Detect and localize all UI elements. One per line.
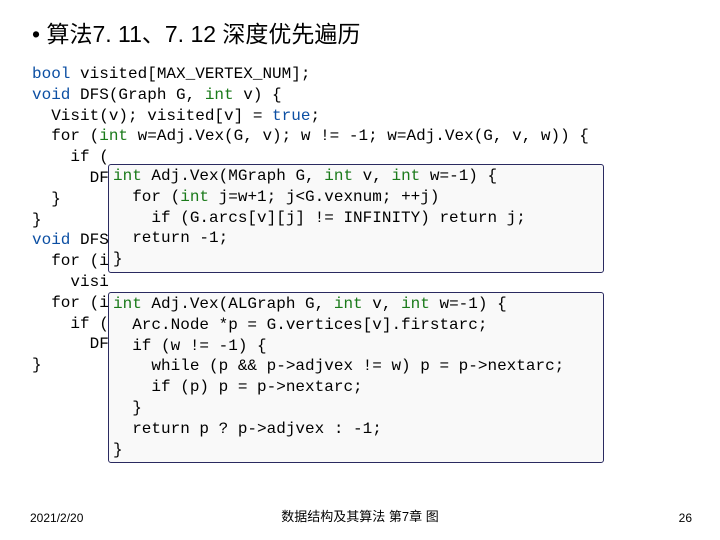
code-text: Adj.Vex(ALGraph G, — [142, 295, 334, 313]
code-text: } — [113, 399, 142, 417]
code-text: j=w+1; j<G.vexnum; ++j) — [209, 188, 439, 206]
code-text: w=Adj.Vex(G, v); w != -1; w=Adj.Vex(G, v… — [128, 127, 589, 145]
kw-int: int — [99, 127, 128, 145]
kw-int: int — [205, 86, 234, 104]
kw-void: void — [32, 231, 70, 249]
code-text: } — [32, 190, 61, 208]
overlay-box-mgraph: int Adj.Vex(MGraph G, int v, int w=-1) {… — [108, 164, 604, 273]
kw-int: int — [391, 167, 420, 185]
code-text: if ( — [32, 315, 109, 333]
kw-int: int — [180, 188, 209, 206]
code-text: if (p) p = p->nextarc; — [113, 378, 363, 396]
code-text: for (i — [32, 252, 109, 270]
code-text: Visit(v); visited[v] = — [32, 107, 272, 125]
kw-int: int — [324, 167, 353, 185]
code-text: visi — [32, 273, 109, 291]
code-text: w=-1) { — [420, 167, 497, 185]
code-text: DF — [32, 169, 109, 187]
code-text: DFS(Graph G, — [70, 86, 204, 104]
kw-int: int — [113, 167, 142, 185]
code-text: Arc.Node *p = G.vertices[v].firstarc; — [113, 316, 487, 334]
code-text: for ( — [32, 127, 99, 145]
kw-bool: bool — [32, 65, 70, 83]
kw-void: void — [32, 86, 70, 104]
code-text: v) { — [234, 86, 282, 104]
slide: • 算法7. 11、7. 12 深度优先遍历 bool visited[MAX_… — [0, 0, 720, 540]
code-text: if ( — [32, 148, 109, 166]
code-text: v, — [363, 295, 401, 313]
code-text: while (p && p->adjvex != w) p = p->nexta… — [113, 357, 564, 375]
footer-page-number: 26 — [679, 511, 692, 525]
code-text: DFS — [70, 231, 108, 249]
code-text: for (i — [32, 294, 109, 312]
code-text: return -1; — [113, 229, 228, 247]
kw-true: true — [272, 107, 310, 125]
kw-int: int — [113, 295, 142, 313]
slide-title: • 算法7. 11、7. 12 深度优先遍历 — [28, 15, 692, 49]
code-text: Adj.Vex(MGraph G, — [142, 167, 324, 185]
code-text: for ( — [113, 188, 180, 206]
code-text: if (w != -1) { — [113, 337, 267, 355]
code-text: } — [113, 441, 123, 459]
code-text: ; — [310, 107, 320, 125]
code-text: DF — [32, 335, 109, 353]
kw-int: int — [401, 295, 430, 313]
code-text: } — [32, 356, 42, 374]
code-text: visited[MAX_VERTEX_NUM]; — [70, 65, 310, 83]
kw-int: int — [334, 295, 363, 313]
code-text: } — [113, 250, 123, 268]
overlay-box-algraph: int Adj.Vex(ALGraph G, int v, int w=-1) … — [108, 292, 604, 463]
code-text: } — [32, 211, 42, 229]
code-text: w=-1) { — [430, 295, 507, 313]
code-text: if (G.arcs[v][j] != INFINITY) return j; — [113, 209, 526, 227]
code-text: return p ? p->adjvex : -1; — [113, 420, 382, 438]
code-text: v, — [353, 167, 391, 185]
footer-title: 数据结构及其算法 第7章 图 — [0, 506, 720, 525]
